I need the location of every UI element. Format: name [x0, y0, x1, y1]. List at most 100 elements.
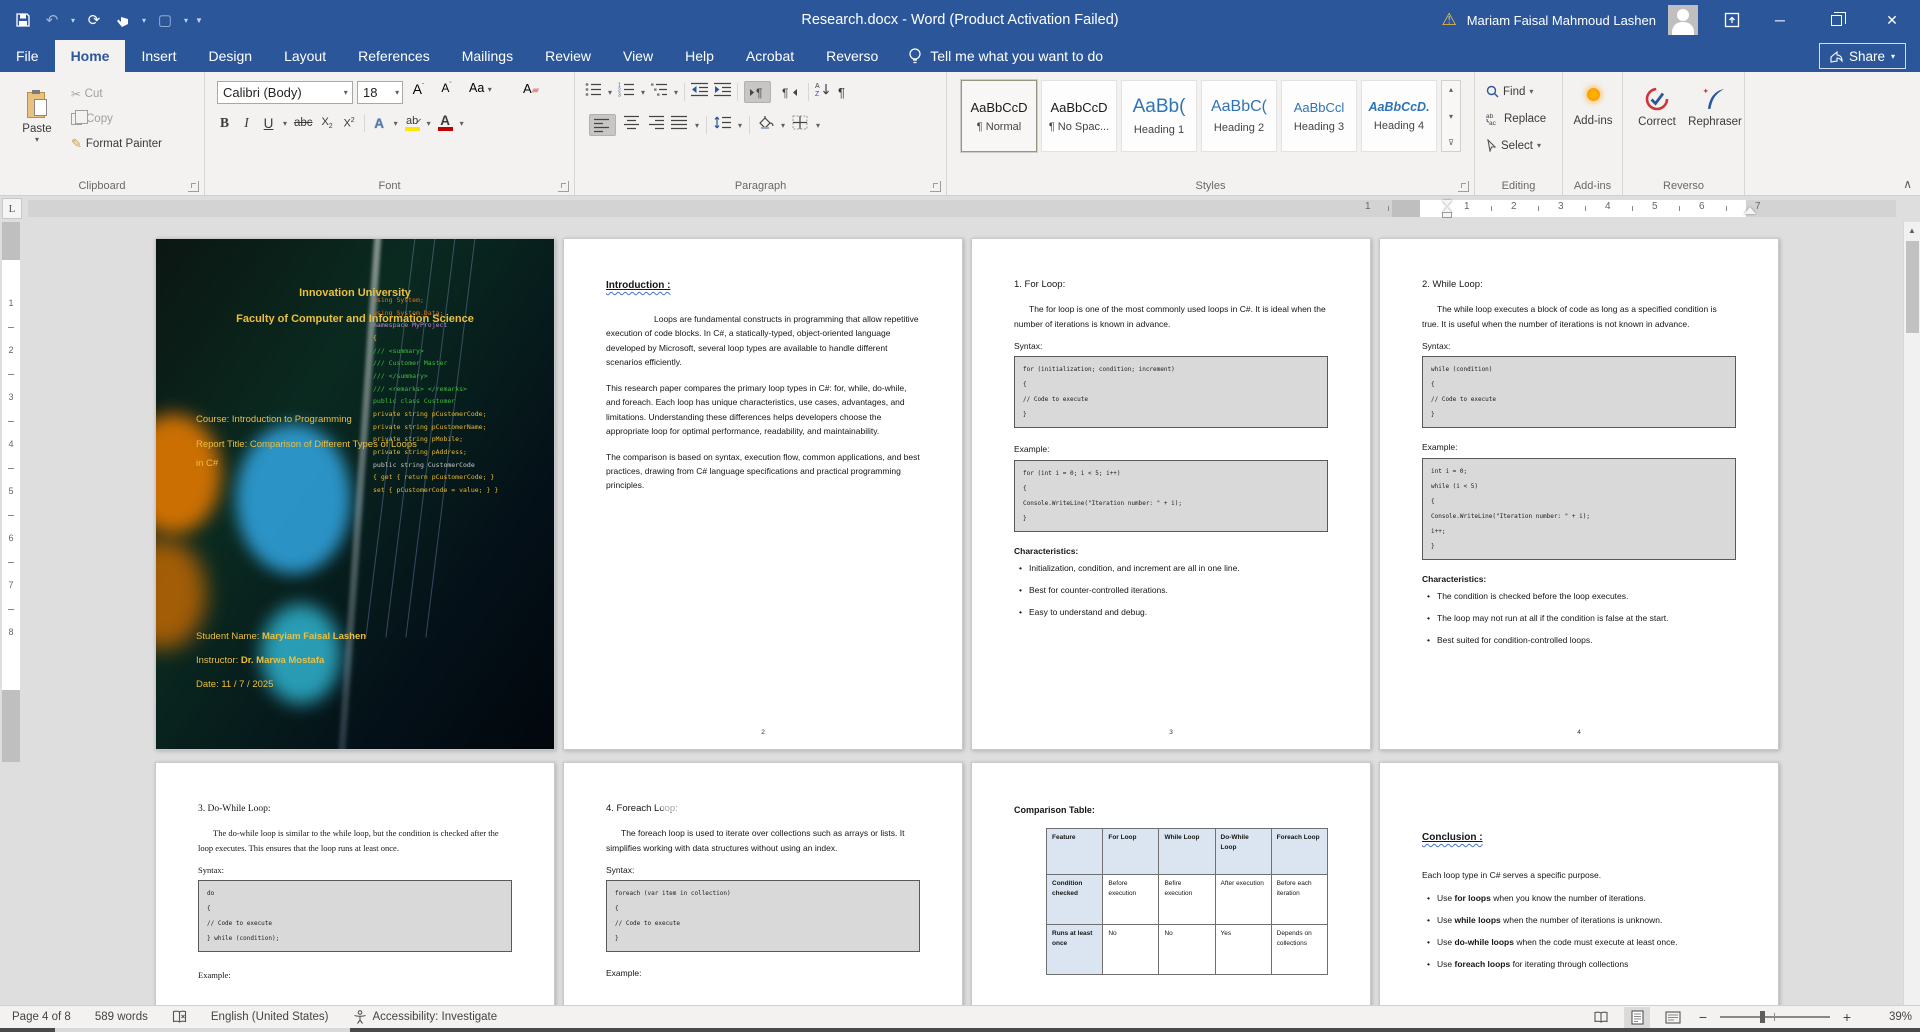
- page-7-comparison-table[interactable]: Comparison Table: Feature For Loop While…: [971, 762, 1371, 1005]
- shading-dropdown-icon[interactable]: ▾: [781, 121, 785, 130]
- zoom-slider[interactable]: [1720, 1011, 1830, 1023]
- minimize-button[interactable]: ─: [1752, 0, 1808, 40]
- share-button[interactable]: Share ▾: [1818, 43, 1906, 69]
- language-indicator[interactable]: English (United States): [211, 1011, 329, 1023]
- ltr-text-direction-button[interactable]: ¶: [744, 81, 772, 103]
- clipboard-dialog-launcher-icon[interactable]: [188, 181, 199, 192]
- font-size-combo[interactable]: ▾: [357, 81, 403, 104]
- paste-button[interactable]: Paste ▾: [10, 80, 64, 176]
- font-color-button[interactable]: A: [437, 114, 453, 131]
- text-effects-button[interactable]: A: [372, 116, 387, 131]
- print-layout-button[interactable]: [1624, 1006, 1650, 1028]
- page-4-while-loop[interactable]: 2. While Loop: The while loop executes a…: [1379, 238, 1779, 750]
- tab-reverso[interactable]: Reverso: [810, 40, 894, 72]
- font-name-dropdown-icon[interactable]: ▾: [339, 88, 352, 97]
- tell-me-box[interactable]: Tell me what you want to do: [894, 40, 1117, 72]
- tab-stop-selector[interactable]: L: [2, 198, 22, 219]
- tab-acrobat[interactable]: Acrobat: [730, 40, 810, 72]
- tab-help[interactable]: Help: [669, 40, 730, 72]
- addins-button[interactable]: Add-ins: [1563, 72, 1623, 168]
- collapse-ribbon-button[interactable]: ∧: [1903, 177, 1912, 191]
- page-3-for-loop[interactable]: 1. For Loop: The for loop is one of the …: [971, 238, 1371, 750]
- shrink-font-button[interactable]: Aˇ: [439, 81, 454, 95]
- numbered-list-dropdown-icon[interactable]: ▾: [641, 88, 645, 97]
- font-name-combo[interactable]: ▾: [217, 81, 353, 104]
- avatar[interactable]: [1668, 5, 1698, 35]
- page-5-do-while-loop[interactable]: 3. Do-While Loop: The do-while loop is s…: [155, 762, 555, 1005]
- paragraph-dialog-launcher-icon[interactable]: [930, 181, 941, 192]
- strikethrough-button[interactable]: abc: [294, 117, 313, 129]
- zoom-out-button[interactable]: −: [1696, 1009, 1710, 1025]
- restore-button[interactable]: [1808, 0, 1864, 40]
- vertical-ruler[interactable]: 1 2 3 4 5 6 7 8: [2, 222, 20, 762]
- right-indent-marker[interactable]: [1744, 207, 1756, 214]
- font-size-input[interactable]: [358, 85, 392, 100]
- font-dialog-launcher-icon[interactable]: [558, 181, 569, 192]
- horizontal-ruler[interactable]: 1 1 2 3 4 5 6 7: [28, 200, 1896, 218]
- proofing-icon[interactable]: [172, 1010, 187, 1024]
- text-effects-dropdown-icon[interactable]: ▾: [394, 119, 398, 128]
- gallery-more-icon[interactable]: ⊽: [1448, 138, 1454, 147]
- align-left-button[interactable]: [589, 114, 616, 136]
- borders-button[interactable]: [792, 115, 809, 135]
- copy-button[interactable]: Copy: [68, 107, 165, 130]
- tab-review[interactable]: Review: [529, 40, 607, 72]
- style-normal[interactable]: AaBbCcD ¶ Normal: [961, 80, 1037, 152]
- styles-gallery-scroll[interactable]: ▴ ▾ ⊽: [1441, 80, 1461, 152]
- grow-font-button[interactable]: Aˆ: [411, 81, 426, 97]
- format-painter-button[interactable]: ✎ Format Painter: [68, 132, 165, 155]
- style-heading-2[interactable]: AaBbC( Heading 2: [1201, 80, 1277, 152]
- page-indicator[interactable]: Page 4 of 8: [12, 1011, 71, 1023]
- replace-button[interactable]: ab ac Replace: [1483, 107, 1549, 130]
- tab-view[interactable]: View: [607, 40, 669, 72]
- close-button[interactable]: ✕: [1864, 0, 1920, 40]
- cut-button[interactable]: ✂ Cut: [68, 82, 165, 105]
- scroll-up-icon[interactable]: ▲: [1904, 222, 1920, 239]
- first-line-indent-marker[interactable]: [1442, 200, 1452, 206]
- rephraser-button[interactable]: Rephraser: [1685, 76, 1745, 172]
- multilevel-list-button[interactable]: [651, 82, 668, 102]
- tab-design[interactable]: Design: [192, 40, 268, 72]
- increase-indent-button[interactable]: [714, 82, 732, 102]
- web-layout-button[interactable]: [1660, 1007, 1686, 1028]
- style-heading-3[interactable]: AaBbCcl Heading 3: [1281, 80, 1357, 152]
- page-2-introduction[interactable]: Introduction : Loops are fundamental con…: [563, 238, 963, 750]
- font-size-dropdown-icon[interactable]: ▾: [391, 88, 402, 97]
- tab-file[interactable]: File: [0, 40, 55, 72]
- superscript-button[interactable]: X2: [342, 117, 357, 130]
- subscript-button[interactable]: X2: [320, 116, 335, 130]
- ribbon-display-options-icon[interactable]: [1712, 0, 1752, 40]
- underline-dropdown-icon[interactable]: ▾: [283, 119, 287, 128]
- line-spacing-button[interactable]: [714, 115, 732, 135]
- bullet-list-button[interactable]: [585, 82, 602, 102]
- multilevel-list-dropdown-icon[interactable]: ▾: [674, 88, 678, 97]
- word-count[interactable]: 589 words: [95, 1011, 148, 1023]
- clear-formatting-button[interactable]: A▰: [523, 81, 539, 96]
- tab-layout[interactable]: Layout: [268, 40, 342, 72]
- vertical-scrollbar[interactable]: ▲: [1903, 222, 1920, 1005]
- font-name-input[interactable]: [218, 85, 339, 100]
- page-1-cover[interactable]: using System; using System.Data; namespa…: [155, 238, 555, 750]
- font-color-dropdown-icon[interactable]: ▾: [460, 119, 464, 128]
- gallery-down-icon[interactable]: ▾: [1449, 112, 1453, 121]
- align-center-button[interactable]: [623, 115, 640, 135]
- align-right-button[interactable]: [647, 115, 664, 135]
- borders-dropdown-icon[interactable]: ▾: [816, 121, 820, 130]
- justify-dropdown-icon[interactable]: ▾: [695, 121, 699, 130]
- user-name[interactable]: Mariam Faisal Mahmoud Lashen: [1467, 13, 1656, 28]
- tab-home[interactable]: Home: [54, 40, 126, 72]
- rtl-text-direction-button[interactable]: ¶: [777, 81, 802, 103]
- left-indent-marker[interactable]: [1442, 212, 1452, 218]
- style-heading-4[interactable]: AaBbCcD. Heading 4: [1361, 80, 1437, 152]
- tab-mailings[interactable]: Mailings: [446, 40, 529, 72]
- zoom-in-button[interactable]: +: [1840, 1009, 1854, 1025]
- show-paragraph-marks-button[interactable]: ¶: [838, 85, 845, 100]
- zoom-slider-thumb[interactable]: [1760, 1011, 1765, 1023]
- sort-button[interactable]: AZ: [815, 82, 832, 102]
- zoom-level[interactable]: 39%: [1878, 1011, 1912, 1023]
- accessibility-status[interactable]: Accessibility: Investigate: [373, 1011, 498, 1023]
- highlight-dropdown-icon[interactable]: ▾: [427, 119, 431, 128]
- style-heading-1[interactable]: AaBb( Heading 1: [1121, 80, 1197, 152]
- numbered-list-button[interactable]: 123: [618, 82, 635, 102]
- read-mode-button[interactable]: [1588, 1007, 1614, 1028]
